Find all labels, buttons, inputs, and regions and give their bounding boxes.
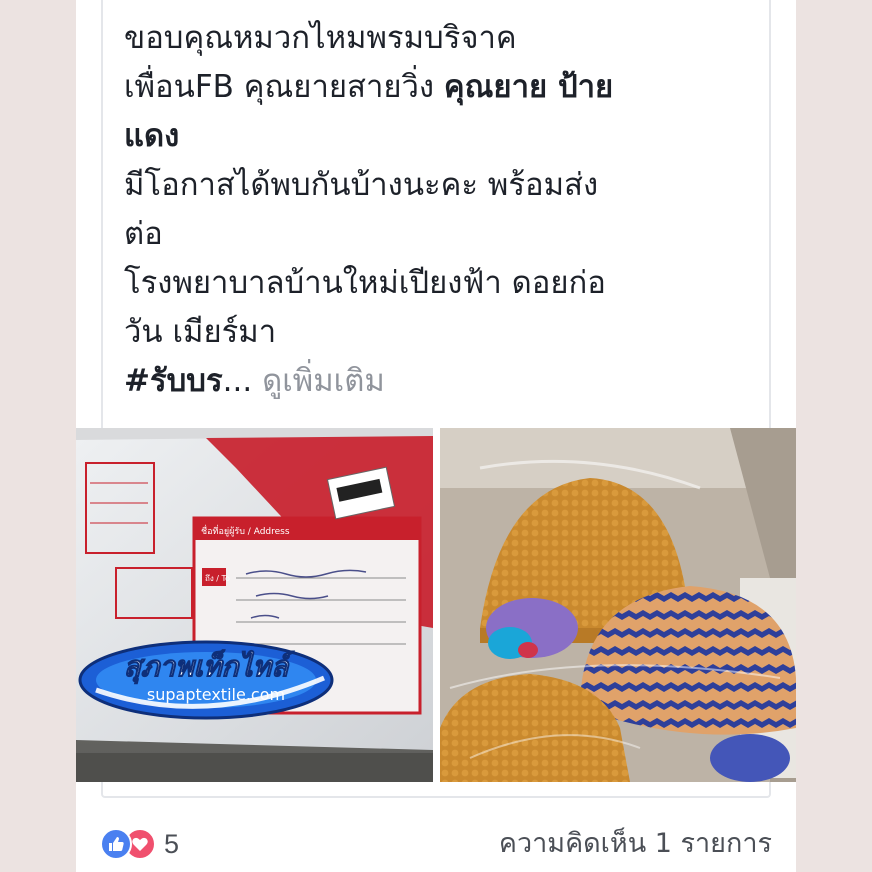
like-icon [100,828,132,860]
watermark-thai: สุภาพเท็กไทล์ [124,649,295,684]
post-footer: 5 ความคิดเห็น 1 รายการ [76,812,796,872]
tagged-name[interactable]: คุณยาย ป้าย [444,69,613,105]
post-text-segment: วัน เมียร์มา [124,314,277,350]
post-line-2: เพื่อนFB คุณยายสายวิ่ง คุณยาย ป้าย [124,63,764,112]
post-line-5: ต่อ [124,210,764,259]
post-text: ขอบคุณหมวกไหมพรมบริจาค เพื่อนFB คุณยายสา… [124,14,764,406]
post-text-segment: โรงพยาบาลบ้านใหม่เปียงฟ้า ดอยก่อ [124,265,606,301]
hats-photo-drawing [440,428,796,782]
reactions-summary[interactable]: 5 [100,826,179,862]
parcel-photo-drawing: ชื่อที่อยู่ผู้รับ / Address ถึง / To [76,428,433,782]
watermark-ellipse: สุภาพเท็กไทล์ supaptextile.com [78,640,334,720]
post-text-segment: ขอบคุณหมวกไหมพรมบริจาค [124,20,517,56]
hashtag-link[interactable]: #รับบร [124,363,223,399]
watermark-url: supaptextile.com [147,685,285,704]
photo-knitted-hats[interactable] [440,428,796,782]
parcel-to-label: ถึง / To [205,574,230,583]
see-more-link[interactable]: ดูเพิ่มเติม [262,363,385,399]
ellipsis: ... [222,363,253,399]
post-text-segment: ต่อ [124,216,163,252]
post-line-8: #รับบร... ดูเพิ่มเติม [124,357,764,406]
post-line-4: มีโอกาสได้พบกันบ้างนะคะ พร้อมส่ง [124,161,764,210]
post-line-7: วัน เมียร์มา [124,308,764,357]
comments-count-link[interactable]: ความคิดเห็น 1 รายการ [499,826,772,862]
post-line-1: ขอบคุณหมวกไหมพรมบริจาค [124,14,764,63]
post-text-segment: เพื่อนFB คุณยายสายวิ่ง [124,69,444,105]
watermark-logo: สุภาพเท็กไทล์ supaptextile.com [76,638,336,722]
post-text-segment: มีโอกาสได้พบกันบ้างนะคะ พร้อมส่ง [124,167,599,203]
post-line-3: แดง [124,112,764,161]
reaction-count: 5 [164,828,180,859]
post-line-6: โรงพยาบาลบ้านใหม่เปียงฟ้า ดอยก่อ [124,259,764,308]
tagged-name[interactable]: แดง [124,118,179,154]
photo-parcel[interactable]: ชื่อที่อยู่ผู้รับ / Address ถึง / To สุภ… [76,428,433,782]
